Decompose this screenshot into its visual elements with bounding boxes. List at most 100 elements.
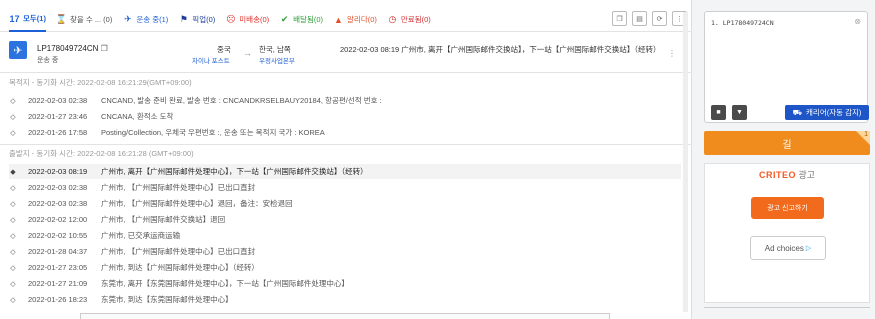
event-text: 广州市, 离开【广州国际邮件处理中心】，下一站【广州国际邮件交换站】（经转） bbox=[101, 167, 368, 176]
status-tabs: 17 모두(1) ⌛ 찾을 수 ... (0) ✈ 운송 중(1) ⚑ 픽업(0… bbox=[0, 8, 692, 32]
event-text: 东莞市, 到达【东莞国际邮件处理中心】 bbox=[101, 295, 233, 304]
airplane-icon: ✈ bbox=[9, 41, 27, 59]
event-dot-icon: ◇ bbox=[10, 264, 16, 272]
event-dot-icon: ◇ bbox=[10, 248, 16, 256]
event-row: ◇ 2022-02-02 10:55 广州市, 已交承运商运输 bbox=[9, 228, 681, 243]
paste-icon[interactable]: ▤ bbox=[632, 11, 647, 26]
tab-label: 알리다(0) bbox=[347, 15, 377, 24]
tracking-input[interactable]: 1. LP178049724CN ⊗ ■ ▼ ⛟ 캐리어(자동 감지) bbox=[704, 11, 869, 123]
ad-choices-button[interactable]: Ad choices ▷ bbox=[750, 236, 826, 260]
tab-all[interactable]: 17 모두(1) bbox=[9, 8, 46, 32]
latest-event: 2022-02-03 08:19 广州市, 离开【广州国际邮件交换站】，下一站【… bbox=[340, 45, 661, 54]
destination-carrier-link[interactable]: 우정사업본부 bbox=[259, 55, 295, 65]
copy-icon[interactable]: ❐ bbox=[101, 44, 108, 53]
event-text: 东莞市, 离开【东莞国际邮件处理中心】，下一站【广州国际邮件处理中心】 bbox=[101, 279, 349, 288]
tab-label: 운송 중(1) bbox=[136, 15, 169, 24]
tab-not-found[interactable]: ⌛ 찾을 수 ... (0) bbox=[56, 8, 112, 32]
event-time: 2022-02-03 02:38 bbox=[28, 183, 88, 192]
event-dot-icon: ◇ bbox=[10, 280, 16, 288]
event-row: ◇ 2022-01-27 23:46 CNCANA, 환적소 도착 bbox=[9, 109, 681, 124]
report-ad-button[interactable]: 광고 신고하기 bbox=[751, 197, 824, 219]
event-dot-icon: ◇ bbox=[10, 97, 16, 105]
more-icon[interactable]: ⋮ bbox=[668, 49, 676, 58]
carrier-label: 캐리어(자동 감지) bbox=[806, 108, 862, 117]
ad-label: 광고 bbox=[798, 170, 816, 180]
event-dot-icon: ◇ bbox=[10, 184, 16, 192]
event-row: ◇ 2022-02-02 12:00 广州市, 【广州国际邮件交换站】退回 bbox=[9, 212, 681, 227]
tab-expired[interactable]: ◷ 만료됨(0) bbox=[387, 8, 430, 32]
origin-country: 중국 bbox=[217, 45, 231, 54]
event-dot-icon: ◇ bbox=[10, 216, 16, 224]
arrow-right-icon: → bbox=[243, 48, 252, 58]
filter-icon[interactable]: ▼ bbox=[732, 105, 747, 120]
tracking-number-text: LP178049724CN bbox=[37, 44, 99, 53]
event-dot-icon: ◇ bbox=[10, 296, 16, 304]
carrier-auto-detect-button[interactable]: ⛟ 캐리어(자동 감지) bbox=[785, 105, 869, 120]
event-row: ◇ 2022-01-26 18:23 东莞市, 到达【东莞国际邮件处理中心】 bbox=[9, 292, 681, 307]
event-row: ◇ 2022-02-03 02:38 广州市, 【广州国际邮件处理中心】已出口直封 bbox=[9, 180, 681, 195]
event-row: ◇ 2022-01-26 17:58 Posting/Collection, 우체국… bbox=[9, 125, 681, 140]
vertical-scrollbar[interactable] bbox=[683, 12, 688, 312]
divider bbox=[0, 144, 692, 145]
event-text: 广州市, 【广州国际邮件交换站】退回 bbox=[101, 215, 226, 224]
event-time: 2022-01-27 23:05 bbox=[28, 263, 88, 272]
ad-choices-icon: ▷ bbox=[805, 245, 812, 252]
tracking-number: LP178049724CN ❐ bbox=[37, 44, 108, 53]
event-text: Posting/Collection, 우체국 우편번호 :, 운송 또는 목적… bbox=[101, 128, 325, 137]
all-icon: 17 bbox=[9, 13, 20, 24]
tab-label: 찾을 수 ... (0) bbox=[69, 15, 113, 24]
event-time: 2022-01-26 17:58 bbox=[28, 128, 88, 137]
event-dot-icon: ◇ bbox=[10, 232, 16, 240]
clear-icon[interactable]: ⊗ bbox=[854, 17, 861, 26]
divider bbox=[704, 307, 870, 308]
event-text: 广州市, 到达【广州国际邮件处理中心】（经转） bbox=[101, 263, 259, 272]
bottom-panel-edge bbox=[80, 313, 610, 319]
tab-label: 배달됨(0) bbox=[293, 15, 324, 24]
truck-icon: ⛟ bbox=[792, 107, 803, 117]
event-time: 2022-02-02 10:55 bbox=[28, 231, 88, 240]
event-time: 2022-01-27 23:46 bbox=[28, 112, 88, 121]
flag-icon: ⚑ bbox=[179, 14, 188, 24]
package-summary[interactable]: ✈ LP178049724CN ❐ 운송 중 중국 차이나 포스트 → 한국, … bbox=[0, 40, 692, 69]
copy-icon[interactable]: ❐ bbox=[612, 11, 627, 26]
criteo-logo: CRITEO bbox=[758, 170, 796, 180]
event-time: 2022-02-02 12:00 bbox=[28, 215, 88, 224]
event-dot-icon: ◇ bbox=[10, 129, 16, 137]
event-row-latest: ◆ 2022-02-03 08:19 广州市, 离开【广州国际邮件处理中心】，下一站… bbox=[9, 164, 681, 179]
event-time: 2022-02-03 08:19 bbox=[28, 167, 88, 176]
event-row: ◇ 2022-02-03 02:38 CNCAND, 발송 준비 완료, 발송 번호… bbox=[9, 93, 681, 108]
destination-country: 한국, 남쪽 bbox=[259, 45, 291, 54]
origin-sync-header: 출발지 - 동기화 시간: 2022-02-08 16:21:28 (GMT+0… bbox=[9, 149, 194, 158]
ad-choices-label: Ad choices bbox=[764, 243, 804, 253]
tab-label: 픽업(0) bbox=[192, 15, 216, 24]
tab-undelivered[interactable]: ☹ 미배송(0) bbox=[225, 8, 269, 32]
event-text: 广州市, 【广州国际邮件处理中心】已出口直封 bbox=[101, 183, 256, 192]
event-dot-icon: ◇ bbox=[10, 200, 16, 208]
warning-icon: ▲ bbox=[334, 14, 343, 25]
track-button[interactable]: 길 1 bbox=[704, 131, 870, 155]
sidebar: 1. LP178049724CN ⊗ ■ ▼ ⛟ 캐리어(자동 감지) 길 1 C… bbox=[698, 0, 875, 319]
event-text: 广州市, 【广州国际邮件处理中心】已出口直封 bbox=[101, 247, 256, 256]
ad-title: CRITEO 광고 bbox=[705, 168, 869, 181]
tab-delivered[interactable]: ✔ 배달됨(0) bbox=[279, 8, 323, 32]
tab-in-transit[interactable]: ✈ 운송 중(1) bbox=[122, 8, 168, 32]
trash-icon[interactable]: ■ bbox=[711, 105, 726, 120]
ad-panel: CRITEO 광고 광고 신고하기 Ad choices ▷ bbox=[704, 163, 870, 303]
origin-carrier-link[interactable]: 차이나 포스트 bbox=[192, 55, 230, 65]
event-time: 2022-01-27 21:09 bbox=[28, 279, 88, 288]
tab-alert[interactable]: ▲ 알리다(0) bbox=[333, 8, 377, 32]
tab-label: 모두(1) bbox=[23, 14, 46, 23]
track-button-label: 길 bbox=[782, 139, 792, 151]
event-time: 2022-02-03 02:38 bbox=[28, 199, 88, 208]
event-text: CNCANA, 환적소 도착 bbox=[101, 112, 174, 121]
tracking-input-value[interactable]: 1. LP178049724CN bbox=[711, 19, 774, 27]
tab-toolbar: ❐ ▤ ⟳ ⋮ bbox=[607, 11, 687, 26]
refresh-icon[interactable]: ⟳ bbox=[652, 11, 667, 26]
count-badge-number: 1 bbox=[864, 131, 868, 138]
event-row: ◇ 2022-01-27 21:09 东莞市, 离开【东莞国际邮件处理中心】，下一站… bbox=[9, 276, 681, 291]
event-row: ◇ 2022-01-27 23:05 广州市, 到达【广州国际邮件处理中心】（经转） bbox=[9, 260, 681, 275]
sad-face-icon: ☹ bbox=[226, 14, 236, 24]
event-time: 2022-01-28 04:37 bbox=[28, 247, 88, 256]
tab-pickup[interactable]: ⚑ 픽업(0) bbox=[178, 8, 216, 32]
event-time: 2022-01-26 18:23 bbox=[28, 295, 88, 304]
